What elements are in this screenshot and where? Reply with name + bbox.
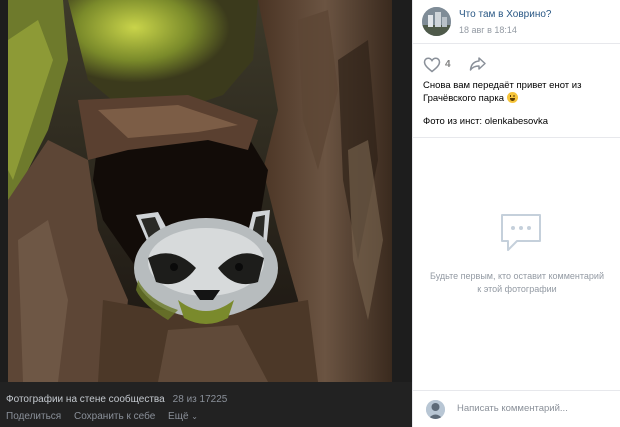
post-source: Фото из инст: olenkabesovka [423, 116, 549, 127]
comment-composer [413, 390, 620, 427]
share-icon[interactable] [469, 56, 487, 72]
group-name[interactable]: Что там в Ховрино? [459, 9, 551, 20]
user-avatar [426, 400, 445, 419]
user-avatar-image [426, 400, 445, 419]
photo[interactable] [8, 0, 392, 382]
group-avatar-image [422, 7, 451, 36]
post-header: Что там в Ховрино? 18 авг в 18:14 [413, 0, 620, 44]
more-link[interactable]: Ещё ⌄ [168, 411, 198, 422]
album-link[interactable]: Фотографии на стене сообщества [6, 394, 165, 405]
comments-icon [501, 214, 541, 251]
post-date[interactable]: 18 авг в 18:14 [459, 25, 517, 35]
share-link[interactable]: Поделиться [6, 411, 61, 422]
divider [413, 137, 620, 138]
like-count: 4 [445, 59, 451, 70]
post-text: Снова вам передаёт привет енот из Грачёв… [423, 79, 615, 105]
album-info: Фотографии на стене сообщества 28 из 1722… [6, 394, 406, 405]
heart-icon[interactable] [423, 57, 441, 73]
photo-viewer: Фотографии на стене сообщества 28 из 1722… [0, 0, 620, 427]
group-avatar[interactable] [422, 7, 451, 36]
photo-counter: 28 из 17225 [172, 394, 228, 405]
photo-panel: Фотографии на стене сообщества 28 из 1722… [0, 0, 412, 427]
comment-input[interactable] [457, 403, 607, 414]
save-link[interactable]: Сохранить к себе [74, 411, 155, 422]
no-comments-text: Будьте первым, кто оставит комментарий к… [429, 271, 604, 294]
photo-image [8, 0, 392, 382]
photo-actions: Поделиться Сохранить к себе Ещё ⌄ [6, 411, 406, 422]
more-label: Ещё [168, 411, 189, 422]
smile-emoji-icon [506, 92, 518, 103]
info-panel: Что там в Ховрино? 18 авг в 18:14 4 Снов… [412, 0, 620, 427]
chevron-down-icon: ⌄ [191, 412, 198, 421]
photo-footer: Фотографии на стене сообщества 28 из 1722… [0, 382, 412, 427]
post-text-content: Снова вам передаёт привет енот из Грачёв… [423, 80, 582, 104]
